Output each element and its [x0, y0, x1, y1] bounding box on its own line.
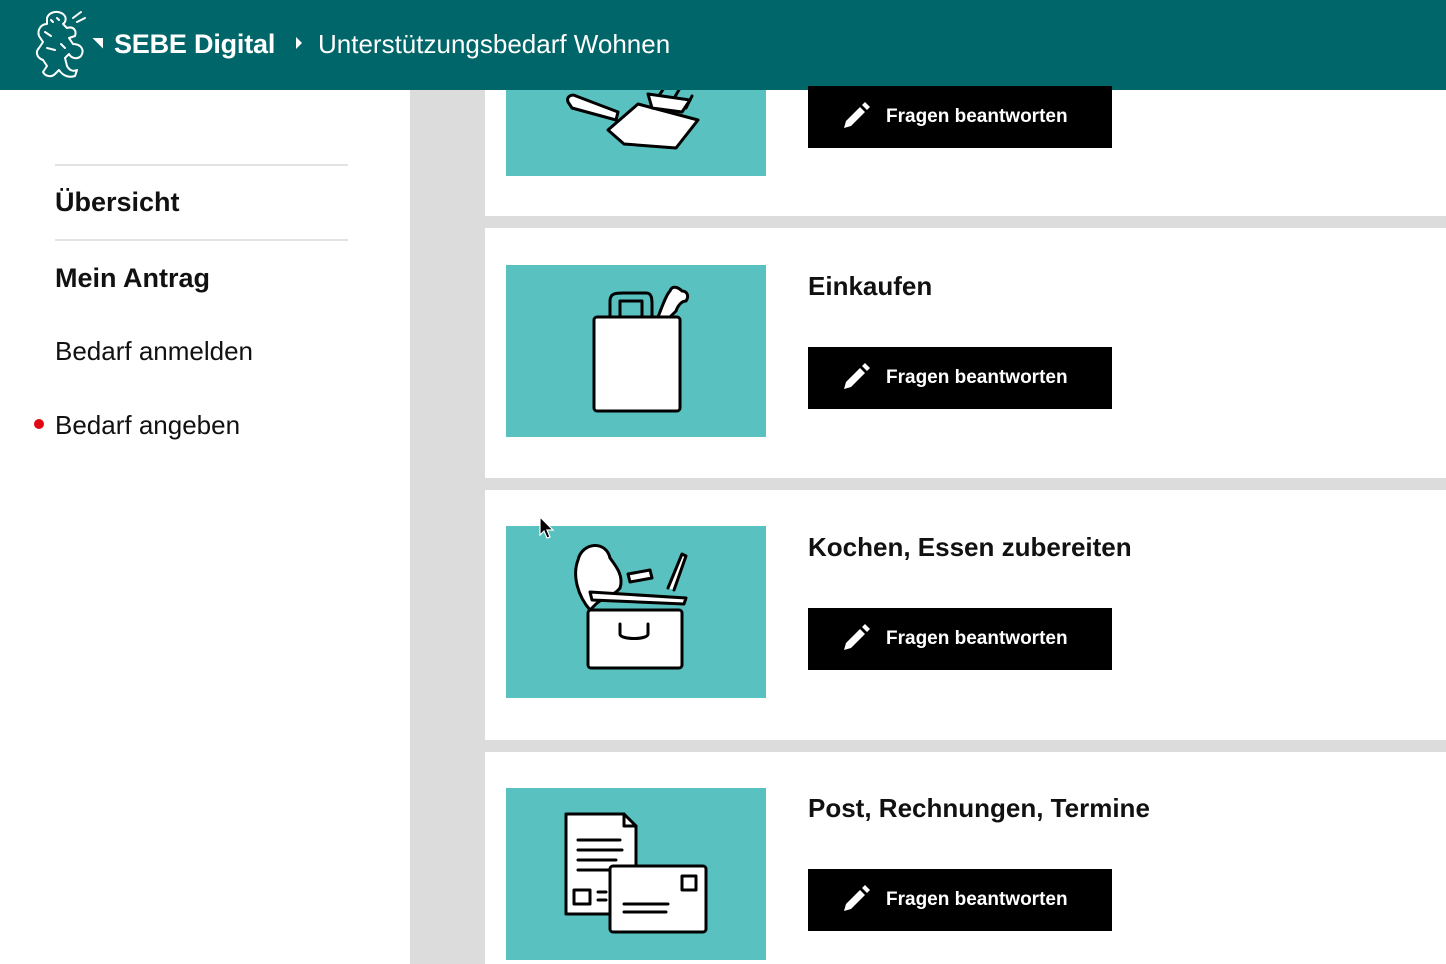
sidebar-nav: Übersicht Mein Antrag Bedarf anmelden Be…	[0, 90, 410, 964]
answer-questions-button[interactable]: Fragen beantworten	[808, 86, 1112, 148]
button-label: Fragen beantworten	[886, 106, 1068, 127]
mail-documents-icon	[506, 788, 766, 960]
answer-questions-button[interactable]: Fragen beantworten	[808, 347, 1112, 409]
sidebar-item-bedarf-angeben[interactable]: Bedarf angeben	[55, 409, 240, 441]
answer-questions-button[interactable]: Fragen beantworten	[808, 869, 1112, 931]
breadcrumb-current[interactable]: Unterstützungsbedarf Wohnen	[318, 27, 670, 61]
cooking-pot-icon	[506, 526, 766, 698]
mouse-cursor-icon	[539, 515, 555, 540]
answer-questions-button[interactable]: Fragen beantworten	[808, 608, 1112, 670]
card-title: Kochen, Essen zubereiten	[808, 532, 1132, 562]
brand-name[interactable]: SEBE Digital	[114, 27, 275, 61]
external-arrow-icon	[90, 37, 104, 51]
active-indicator-dot	[34, 419, 44, 429]
card-title: Post, Rechnungen, Termine	[808, 793, 1150, 823]
pencil-icon	[840, 885, 870, 915]
cleaning-icon	[506, 90, 766, 176]
sidebar-item-bedarf-anmelden[interactable]: Bedarf anmelden	[55, 335, 253, 367]
button-label: Fragen beantworten	[886, 628, 1068, 649]
pencil-icon	[840, 102, 870, 132]
card-title: Einkaufen	[808, 271, 933, 301]
sidebar-item-uebersicht[interactable]: Übersicht	[55, 186, 180, 218]
breadcrumb-chevron-icon	[296, 37, 302, 49]
app-header: SEBE Digital Unterstützungsbedarf Wohnen	[0, 0, 1446, 90]
button-label: Fragen beantworten	[886, 367, 1068, 388]
pencil-icon	[840, 363, 870, 393]
bear-crest-logo-icon[interactable]	[33, 8, 89, 80]
sidebar-divider	[55, 164, 348, 166]
pencil-icon	[840, 624, 870, 654]
button-label: Fragen beantworten	[886, 889, 1068, 910]
sidebar-divider	[55, 239, 348, 241]
sidebar-item-mein-antrag[interactable]: Mein Antrag	[55, 262, 210, 294]
shopping-bag-icon	[506, 265, 766, 437]
